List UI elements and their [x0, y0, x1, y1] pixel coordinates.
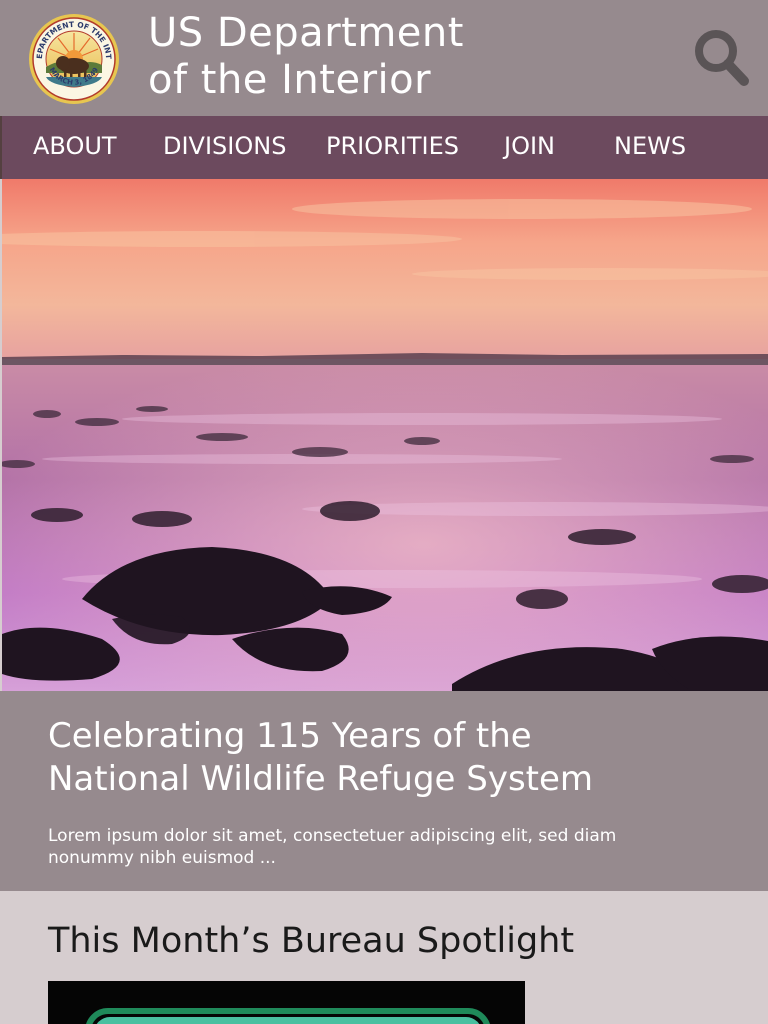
feature-banner: Celebrating 115 Years of the National Wi… [0, 691, 768, 891]
nav-item-priorities[interactable]: PRIORITIES [326, 116, 459, 179]
spotlight-media[interactable] [48, 981, 525, 1024]
feature-title-line1: Celebrating 115 Years of the [48, 716, 532, 756]
site-title-line2: of the Interior [148, 57, 432, 103]
nav-item-about[interactable]: ABOUT [33, 116, 117, 179]
search-icon [695, 30, 749, 86]
nav-item-divisions[interactable]: DIVISIONS [163, 116, 286, 179]
site-title[interactable]: US Department of the Interior [148, 10, 464, 104]
feature-title-line2: National Wildlife Refuge System [48, 759, 594, 799]
main-navigation: ABOUT DIVISIONS PRIORITIES JOIN NEWS [0, 116, 768, 179]
site-header: U.S. DEPARTMENT OF THE INTERIOR MARCH 3,… [0, 0, 768, 116]
hero-image[interactable] [2, 179, 768, 691]
site-title-line1: US Department [148, 10, 464, 56]
feature-title[interactable]: Celebrating 115 Years of the National Wi… [48, 715, 728, 801]
department-seal-logo[interactable]: U.S. DEPARTMENT OF THE INTERIOR MARCH 3,… [25, 6, 120, 105]
feature-description: Lorem ipsum dolor sit amet, consectetuer… [48, 826, 617, 868]
search-button[interactable] [690, 26, 754, 90]
nav-item-news[interactable]: NEWS [614, 116, 686, 179]
spotlight-heading: This Month’s Bureau Spotlight [48, 921, 575, 961]
nav-item-join[interactable]: JOIN [504, 116, 555, 179]
